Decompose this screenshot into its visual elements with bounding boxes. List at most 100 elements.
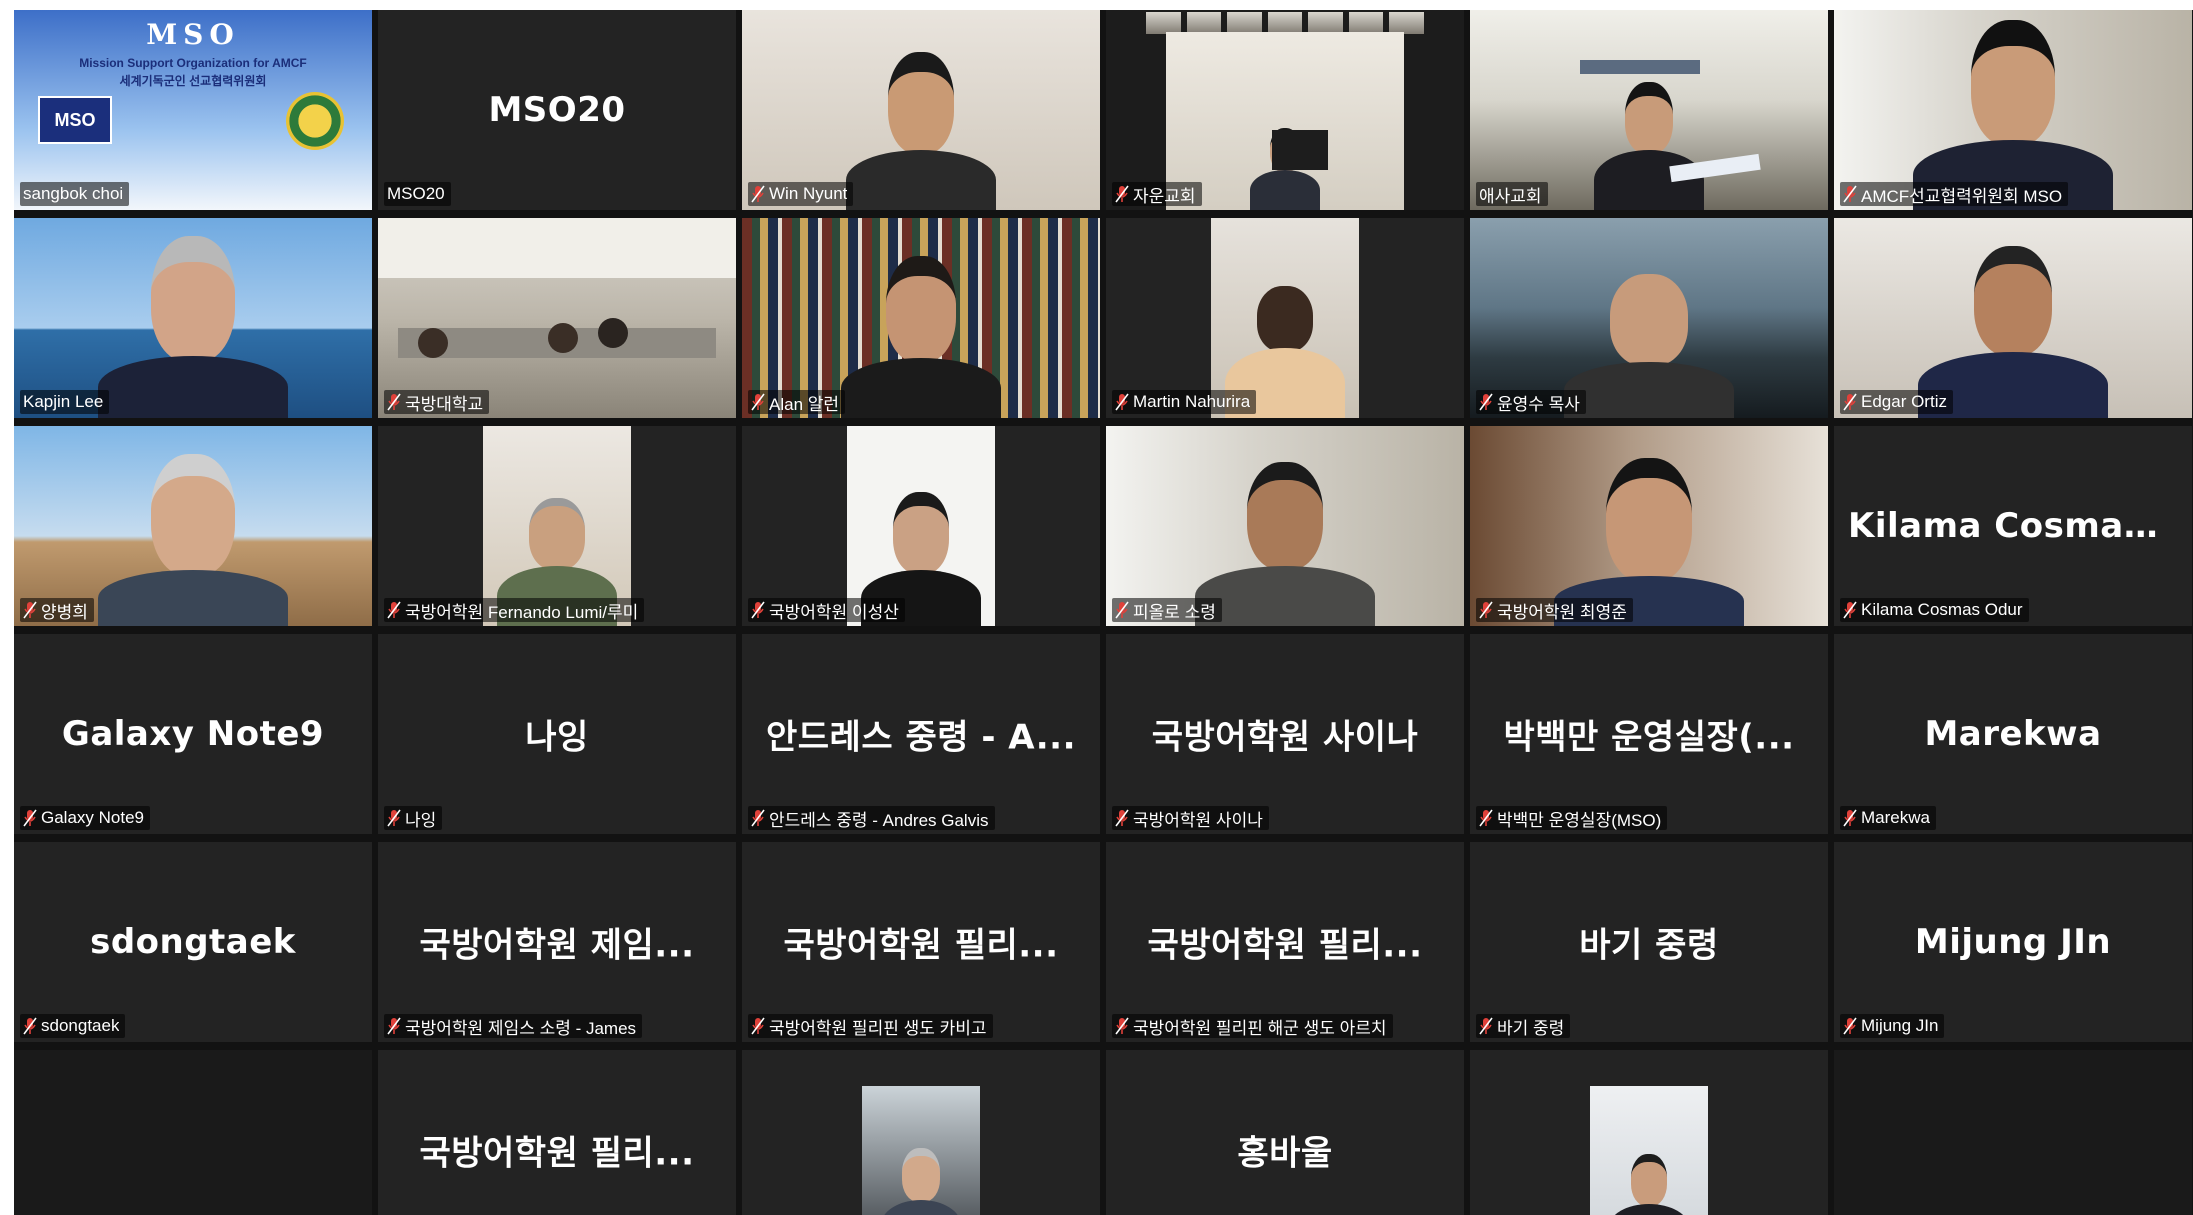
participant-tile[interactable]: AMCF선교협력위원회 MSO — [1834, 10, 2192, 210]
muted-mic-icon — [23, 601, 37, 619]
participant-tile[interactable]: 안드레스 중령 - A... 안드레스 중령 - Andres Galvis — [742, 634, 1100, 834]
participant-name: Edgar Ortiz — [1861, 392, 1947, 411]
participant-name: sangbok choi — [23, 184, 124, 203]
participant-tile[interactable]: 자운교회 — [1106, 10, 1464, 210]
participant-name-label: Marekwa — [1840, 806, 1936, 830]
muted-mic-icon — [1479, 601, 1493, 619]
participant-tile[interactable] — [1470, 1050, 1828, 1215]
participant-tile[interactable]: 국방어학원 사이나 국방어학원 사이나 — [1106, 634, 1464, 834]
participant-video — [1106, 218, 1464, 418]
muted-mic-icon — [751, 809, 765, 827]
participant-name-label: 국방어학원 최영준 — [1476, 598, 1633, 622]
participant-video — [1106, 426, 1464, 626]
participant-tile[interactable]: Kilama Cosmas... Kilama Cosmas Odur — [1834, 426, 2192, 626]
participant-video — [378, 218, 736, 418]
participant-display-name: 박백만 운영실장(... — [1503, 717, 1795, 758]
active-speaker-tile[interactable]: 애사교회 — [1470, 10, 1828, 210]
muted-mic-icon — [1843, 601, 1857, 619]
participant-display-name: sdongtaek — [90, 922, 296, 962]
participant-name: Win Nyunt — [769, 184, 848, 203]
participant-name: 안드레스 중령 - Andres Galvis — [769, 810, 989, 830]
participant-tile[interactable]: Kapjin Lee — [14, 218, 372, 418]
participant-tile[interactable]: 양병희 — [14, 426, 372, 626]
muted-mic-icon — [1479, 393, 1493, 411]
participant-tile[interactable]: 홍바울 — [1106, 1050, 1464, 1215]
participant-tile[interactable]: MSO Mission Support Organization for AMC… — [14, 10, 372, 210]
participant-tile[interactable]: Edgar Ortiz — [1834, 218, 2192, 418]
participant-name-label: Martin Nahurira — [1112, 390, 1257, 414]
participant-tile[interactable] — [742, 1050, 1100, 1215]
empty-tile — [1834, 1050, 2192, 1215]
participant-name-label: 국방대학교 — [384, 390, 490, 414]
participant-video — [1470, 10, 1828, 210]
participant-name: 박백만 운영실장(MSO) — [1497, 810, 1662, 830]
participant-name: 국방어학원 사이나 — [1133, 810, 1263, 830]
participant-tile[interactable]: Martin Nahurira — [1106, 218, 1464, 418]
participant-tile[interactable]: Alan 알런 — [742, 218, 1100, 418]
participant-name-label: 자운교회 — [1112, 182, 1202, 206]
muted-mic-icon — [23, 1017, 37, 1035]
participant-tile[interactable]: Win Nyunt — [742, 10, 1100, 210]
participant-tile[interactable]: 박백만 운영실장(... 박백만 운영실장(MSO) — [1470, 634, 1828, 834]
participant-name-label: Kapjin Lee — [20, 390, 110, 414]
participant-name-label: 안드레스 중령 - Andres Galvis — [748, 806, 995, 830]
muted-mic-icon — [751, 601, 765, 619]
participant-tile[interactable]: 나잉 나잉 — [378, 634, 736, 834]
participant-name-label: 애사교회 — [1476, 182, 1548, 206]
participant-tile[interactable]: 바기 중령 바기 중령 — [1470, 842, 1828, 1042]
participant-display-name: 국방어학원 필리... — [419, 1133, 695, 1174]
participant-tile[interactable]: 국방어학원 필리... 국방어학원 필리핀 생도 카비고 — [742, 842, 1100, 1042]
muted-mic-icon — [1843, 185, 1857, 203]
participant-video — [742, 1050, 1100, 1215]
participant-tile[interactable]: 국방대학교 — [378, 218, 736, 418]
participant-display-name: Marekwa — [1924, 714, 2102, 754]
participant-name: 국방어학원 필리핀 해군 생도 아르치 — [1133, 1018, 1387, 1038]
muted-mic-icon — [751, 185, 765, 203]
participant-tile[interactable]: MSO20 MSO20 — [378, 10, 736, 210]
participant-tile[interactable]: 국방어학원 필리... 국방어학원 필리핀 해군 생도 아르치 — [1106, 842, 1464, 1042]
muted-mic-icon — [1115, 185, 1129, 203]
participant-name-label: Mijung JIn — [1840, 1014, 1945, 1038]
participant-display-name: Galaxy Note9 — [61, 714, 325, 754]
participant-name: Marekwa — [1861, 808, 1930, 827]
participant-tile[interactable]: 피올로 소령 — [1106, 426, 1464, 626]
participant-name-label: 양병희 — [20, 598, 94, 622]
participant-name-label: 국방어학원 사이나 — [1112, 806, 1269, 830]
participant-tile[interactable]: 국방어학원 최영준 — [1470, 426, 1828, 626]
participant-tile[interactable]: sdongtaek sdongtaek — [14, 842, 372, 1042]
participant-name-label: 바기 중령 — [1476, 1014, 1571, 1038]
participant-tile[interactable]: 국방어학원 제임... 국방어학원 제임스 소령 - James — [378, 842, 736, 1042]
participant-tile[interactable]: 윤영수 목사 — [1470, 218, 1828, 418]
participant-name: AMCF선교협력위원회 MSO — [1861, 186, 2063, 206]
participant-name-label: MSO20 — [384, 182, 451, 206]
muted-mic-icon — [1843, 1017, 1857, 1035]
muted-mic-icon — [23, 809, 37, 827]
participant-name: 국방대학교 — [405, 394, 484, 414]
participant-name: 국방어학원 Fernando Lumi/루미 — [405, 602, 639, 622]
participant-name: 바기 중령 — [1497, 1018, 1565, 1038]
participant-video — [14, 426, 372, 626]
participant-tile[interactable]: 국방어학원 필리... — [378, 1050, 736, 1215]
muted-mic-icon — [1115, 393, 1129, 411]
participant-display-name: MSO20 — [488, 90, 626, 130]
participant-video — [378, 426, 736, 626]
logo-title: MSO — [146, 18, 240, 51]
participant-display-name: 국방어학원 필리... — [783, 925, 1059, 966]
participant-tile[interactable]: 국방어학원 Fernando Lumi/루미 — [378, 426, 736, 626]
participant-name: 국방어학원 제임스 소령 - James — [405, 1018, 637, 1038]
muted-mic-icon — [1115, 601, 1129, 619]
muted-mic-icon — [1843, 393, 1857, 411]
participant-name-label: Edgar Ortiz — [1840, 390, 1953, 414]
participant-name-label: sdongtaek — [20, 1014, 126, 1038]
participant-tile[interactable]: Galaxy Note9 Galaxy Note9 — [14, 634, 372, 834]
participant-video — [742, 426, 1100, 626]
participant-video — [14, 218, 372, 418]
participant-name: 국방어학원 필리핀 생도 카비고 — [769, 1018, 987, 1038]
participant-name-label: 윤영수 목사 — [1476, 390, 1586, 414]
participant-tile[interactable]: 국방어학원 이성산 — [742, 426, 1100, 626]
participant-name: Kilama Cosmas Odur — [1861, 600, 2023, 619]
muted-mic-icon — [1843, 809, 1857, 827]
participant-tile[interactable]: Mijung JIn Mijung JIn — [1834, 842, 2192, 1042]
muted-mic-icon — [387, 809, 401, 827]
participant-tile[interactable]: Marekwa Marekwa — [1834, 634, 2192, 834]
